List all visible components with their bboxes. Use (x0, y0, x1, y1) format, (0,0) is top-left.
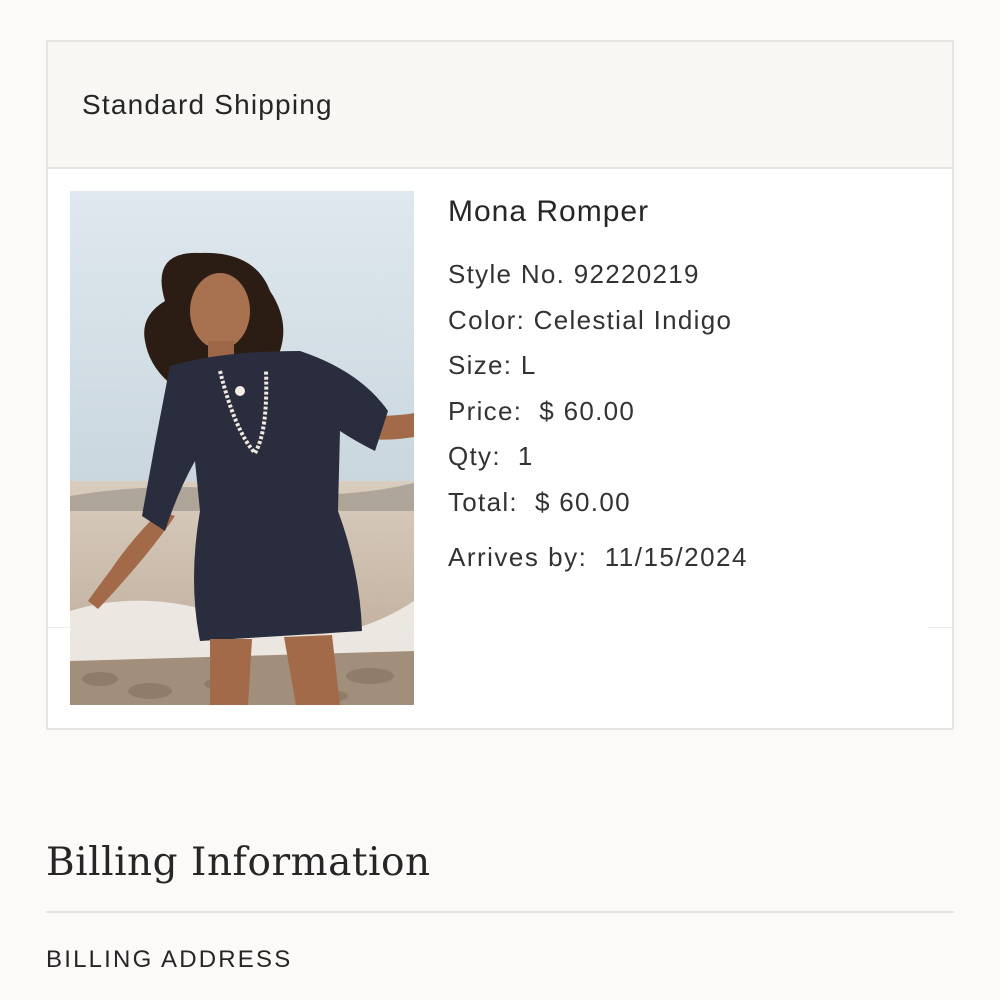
billing-address-label: BILLING ADDRESS (46, 946, 293, 973)
shipment-item: Mona Romper Style No. 92220219 Color: Ce… (48, 169, 952, 728)
divider (928, 627, 952, 628)
product-name[interactable]: Mona Romper (448, 195, 748, 229)
arrival-date: Arrives by: 11/15/2024 (448, 542, 748, 572)
product-details: Mona Romper Style No. 92220219 Color: Ce… (448, 195, 748, 573)
product-photo (70, 191, 414, 705)
product-image[interactable] (70, 191, 414, 705)
style-number: Style No. 92220219 (448, 259, 700, 289)
shipment-header: Standard Shipping (48, 42, 952, 169)
size-value: Size: L (448, 350, 537, 380)
price-value: Price: $ 60.00 (448, 395, 636, 426)
color-value: Color: Celestial Indigo (448, 304, 733, 335)
shipping-method-title: Standard Shipping (82, 88, 333, 120)
total-value: Total: $ 60.00 (448, 486, 631, 517)
order-page: Standard Shipping Mona Romper Style No. … (0, 0, 1000, 1000)
divider (48, 627, 70, 628)
quantity-value: Qty: 1 (448, 441, 534, 471)
shipment-card: Standard Shipping Mona Romper Style No. … (46, 40, 954, 730)
billing-information-heading: Billing Information (46, 840, 431, 885)
divider (46, 911, 954, 913)
